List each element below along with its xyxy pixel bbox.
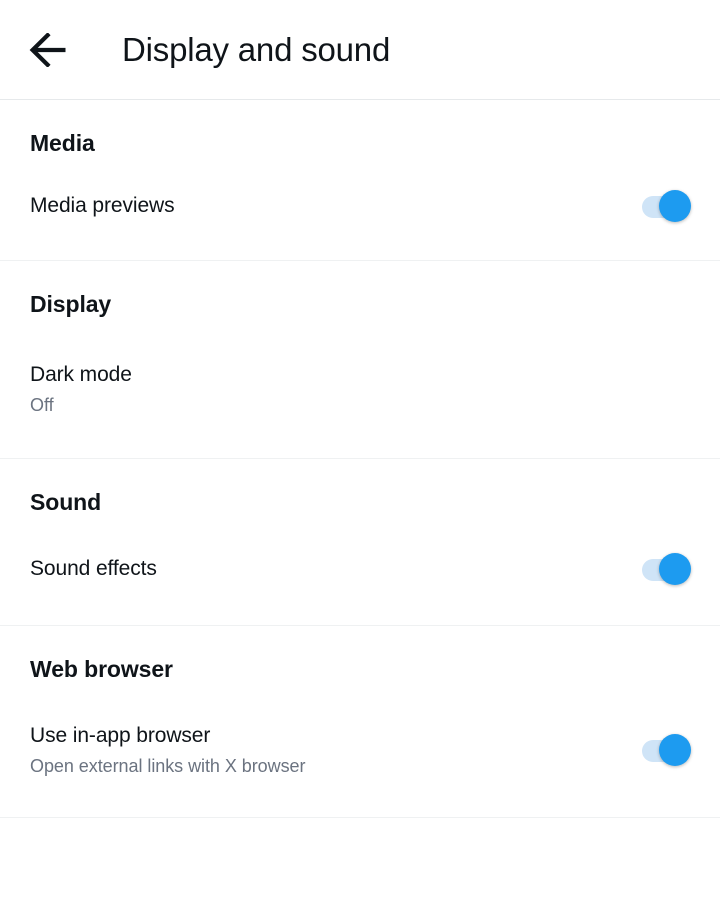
toggle-thumb xyxy=(659,189,691,222)
back-button[interactable] xyxy=(22,22,78,78)
toggle-thumb xyxy=(659,552,691,585)
setting-row-in-app-browser[interactable]: Use in-app browser Open external links w… xyxy=(0,684,720,817)
section-display: Display Dark mode Off xyxy=(0,260,720,459)
row-text: Dark mode Off xyxy=(30,361,690,418)
setting-label: Use in-app browser xyxy=(30,723,211,747)
arrow-left-icon xyxy=(29,32,71,67)
setting-row-sound-effects[interactable]: Sound effects xyxy=(0,517,720,625)
settings-screen: Display and sound Media Media previews D… xyxy=(0,0,720,906)
section-sound: Sound Sound effects xyxy=(0,458,720,626)
toggle-in-app-browser[interactable] xyxy=(642,734,691,767)
settings-list: Media Media previews Display Dark mode O… xyxy=(0,100,720,906)
setting-label: Dark mode xyxy=(30,362,132,386)
section-web-browser: Web browser Use in-app browser Open exte… xyxy=(0,625,720,818)
section-header-web-browser: Web browser xyxy=(30,655,173,682)
setting-description: Open external links with X browser xyxy=(30,755,306,776)
setting-label: Media previews xyxy=(30,193,175,217)
row-text: Sound effects xyxy=(30,555,618,583)
toggle-sound-effects[interactable] xyxy=(642,552,691,585)
section-header-media: Media xyxy=(30,130,95,156)
setting-value: Off xyxy=(30,394,54,415)
toggle-thumb xyxy=(659,734,691,767)
section-header-sound: Sound xyxy=(30,488,102,515)
setting-label: Sound effects xyxy=(30,556,157,580)
section-media: Media Media previews xyxy=(0,100,720,261)
toggle-media-previews[interactable] xyxy=(642,189,691,222)
app-header: Display and sound xyxy=(0,0,720,100)
row-text: Use in-app browser Open external links w… xyxy=(30,722,618,779)
section-header-display: Display xyxy=(30,290,112,317)
setting-row-dark-mode[interactable]: Dark mode Off xyxy=(0,319,720,458)
row-text: Media previews xyxy=(30,192,618,220)
setting-row-media-previews[interactable]: Media previews xyxy=(0,158,720,260)
page-title: Display and sound xyxy=(122,31,391,68)
